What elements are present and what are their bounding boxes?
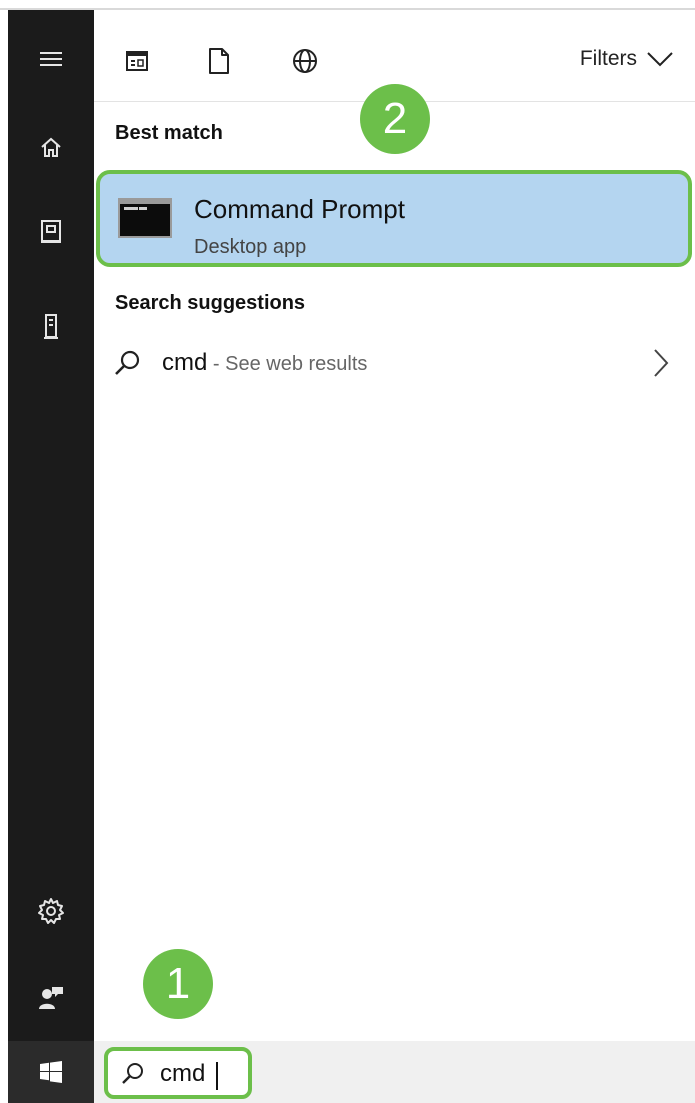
apps-filter-button[interactable] [120, 44, 154, 78]
text-caret [216, 1062, 218, 1090]
windows-logo-icon [40, 1061, 62, 1083]
search-suggestions-heading: Search suggestions [115, 292, 306, 314]
apps-icon [126, 51, 148, 71]
settings-button[interactable] [8, 886, 94, 936]
web-suggestion-item[interactable]: cmd - See web results [94, 336, 695, 392]
home-icon [41, 137, 61, 157]
globe-icon [293, 49, 317, 73]
search-icon [122, 1063, 143, 1084]
feedback-person-icon [39, 987, 63, 1009]
command-prompt-icon [118, 198, 172, 238]
top-edge [0, 0, 695, 10]
search-icon [115, 350, 140, 375]
best-match-heading: Best match [115, 122, 223, 144]
hamburger-menu-button[interactable] [8, 34, 94, 84]
suggestion-hint: - See web results [207, 353, 368, 375]
search-box[interactable] [104, 1047, 252, 1099]
suggestion-text: cmd - See web results [162, 349, 367, 377]
filters-dropdown[interactable]: Filters [580, 47, 673, 71]
user-feedback-button[interactable] [8, 972, 94, 1022]
documents-filter-button[interactable] [202, 44, 236, 78]
hamburger-icon [40, 52, 62, 66]
command-prompt-result[interactable]: Command Prompt Desktop app [96, 170, 692, 267]
callout-badge-1: 1 [143, 949, 213, 1019]
result-subtitle: Desktop app [194, 236, 307, 258]
gear-icon [38, 898, 64, 924]
windows-start-button[interactable] [8, 1041, 94, 1103]
search-input[interactable] [160, 1057, 246, 1091]
search-results-panel: Filters Best match Command Prompt Deskto… [94, 10, 695, 1041]
callout-badge-2: 2 [360, 84, 430, 154]
web-filter-button[interactable] [288, 44, 322, 78]
filters-label: Filters [579, 47, 637, 70]
tower-icon [44, 314, 58, 339]
result-title: Command Prompt [194, 194, 405, 224]
suggestion-query: cmd [162, 349, 208, 376]
device-button[interactable] [8, 302, 94, 352]
documents-button[interactable] [8, 207, 94, 257]
taskbar-search-bar [94, 1041, 695, 1103]
chevron-right-icon [654, 349, 669, 377]
documents-icon [41, 220, 61, 243]
start-left-rail [8, 10, 94, 1103]
home-button[interactable] [8, 123, 94, 173]
document-icon [209, 48, 229, 74]
chevron-down-icon [647, 52, 673, 67]
